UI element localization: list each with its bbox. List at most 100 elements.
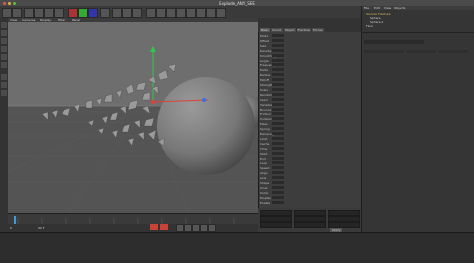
attribute-value-field[interactable] (272, 53, 284, 57)
make-editable-icon[interactable] (1, 22, 7, 28)
edges-mode-icon[interactable] (1, 54, 7, 60)
tag-row-2[interactable] (406, 50, 436, 53)
tab-object[interactable]: Object (283, 28, 296, 32)
attribute-value-field[interactable] (272, 127, 284, 131)
workplane-icon[interactable] (1, 90, 7, 96)
nurbs-icon[interactable] (166, 8, 176, 18)
autokey-button[interactable] (160, 224, 168, 230)
scene-icon[interactable] (196, 8, 206, 18)
move-icon[interactable] (34, 8, 44, 18)
attribute-value-field[interactable] (272, 87, 284, 91)
render-view-icon[interactable] (122, 8, 132, 18)
world-icon[interactable] (100, 8, 110, 18)
attribute-label: Enable (260, 200, 271, 205)
om-menu-edit[interactable]: Edit (374, 6, 380, 10)
cube-icon[interactable] (146, 8, 156, 18)
record-button[interactable] (150, 224, 158, 230)
attribute-value-field[interactable] (272, 68, 284, 72)
render-icon[interactable] (112, 8, 122, 18)
light-icon[interactable] (216, 8, 226, 18)
attribute-value-field[interactable] (272, 171, 284, 175)
texture-mode-icon[interactable] (1, 38, 7, 44)
tab-basic[interactable]: Basic (260, 28, 270, 32)
undo-icon[interactable] (2, 8, 12, 18)
deformer-icon[interactable] (186, 8, 196, 18)
attribute-value-field[interactable] (272, 166, 284, 170)
z-axis-handle[interactable] (202, 98, 206, 102)
attribute-value-field[interactable] (272, 107, 284, 111)
attribute-value-field[interactable] (272, 181, 284, 184)
render-settings-icon[interactable] (132, 8, 142, 18)
y-axis-icon[interactable] (78, 8, 88, 18)
large-sphere[interactable] (157, 77, 255, 175)
attribute-value-field[interactable] (272, 83, 284, 86)
status-bar (0, 232, 474, 263)
material-slot[interactable] (364, 40, 424, 44)
snap-icon[interactable] (1, 82, 7, 88)
om-menu-objects[interactable]: Objects (394, 6, 405, 10)
scale-icon[interactable] (44, 8, 54, 18)
attribute-value-field[interactable] (272, 112, 284, 116)
attribute-value-field[interactable] (272, 156, 284, 160)
spline-icon[interactable] (156, 8, 166, 18)
next-frame-icon[interactable] (200, 224, 208, 232)
array-icon[interactable] (176, 8, 186, 18)
attribute-label: Speed (260, 166, 270, 171)
attribute-value-field[interactable] (272, 38, 284, 42)
attribute-rows: Mode Offset Size Density Smoothing Angle Frequ… (258, 34, 361, 206)
om-menu-view[interactable]: View (384, 6, 391, 10)
attribute-value-field[interactable] (272, 78, 284, 82)
om-menu-file[interactable]: File (364, 6, 369, 10)
tab-forces[interactable]: Forces (311, 28, 324, 32)
model-mode-icon[interactable] (1, 30, 7, 36)
attribute-value-field[interactable] (272, 48, 284, 52)
select-icon[interactable] (24, 8, 34, 18)
attribute-value-field[interactable] (272, 161, 284, 165)
playhead[interactable] (14, 216, 16, 224)
attribute-value-field[interactable] (272, 195, 284, 199)
apply-button[interactable]: Apply (330, 227, 343, 232)
attribute-value-field[interactable] (272, 92, 284, 96)
attribute-value-field[interactable] (272, 97, 284, 101)
x-axis-icon[interactable] (68, 8, 78, 18)
attribute-value-field[interactable] (272, 117, 284, 121)
attribute-value-field[interactable] (272, 63, 284, 67)
attribute-value-field[interactable] (272, 190, 284, 194)
attribute-label: Inner (260, 185, 268, 190)
attribute-value-field[interactable] (272, 122, 284, 126)
attribute-value-field[interactable] (272, 34, 284, 37)
attribute-value-field[interactable] (272, 102, 284, 106)
redo-icon[interactable] (12, 8, 22, 18)
attribute-value-field[interactable] (272, 176, 284, 180)
rotate-icon[interactable] (54, 8, 64, 18)
om-item-floor[interactable]: Floor (366, 24, 373, 28)
attribute-value-field[interactable] (272, 141, 284, 145)
attribute-value-field[interactable] (272, 58, 284, 62)
points-mode-icon[interactable] (1, 46, 7, 52)
playback-bar: 0 90 F (8, 224, 258, 232)
tag-row[interactable] (364, 50, 404, 53)
attribute-value-field[interactable] (272, 151, 284, 155)
attribute-value-field[interactable] (272, 43, 284, 47)
polygons-mode-icon[interactable] (1, 62, 7, 68)
attribute-value-field[interactable] (272, 132, 284, 135)
go-start-icon[interactable] (176, 224, 184, 232)
axis-mode-icon[interactable] (1, 74, 7, 80)
prev-frame-icon[interactable] (184, 224, 192, 232)
attribute-value-field[interactable] (272, 185, 284, 189)
attribute-value-field[interactable] (272, 73, 284, 77)
tag-row-3[interactable] (438, 50, 468, 53)
position-z-field[interactable] (260, 222, 292, 228)
size-z-field[interactable] (294, 222, 326, 228)
z-axis-icon[interactable] (88, 8, 98, 18)
tab-coord[interactable]: Coord. (270, 28, 283, 32)
3d-viewport[interactable] (8, 22, 258, 213)
tab-fracture[interactable]: Fracture (296, 28, 311, 32)
attribute-value-field[interactable] (272, 136, 284, 140)
attribute-value-field[interactable] (272, 200, 284, 204)
camera-icon[interactable] (206, 8, 216, 18)
red-null-object[interactable] (150, 99, 156, 105)
attribute-value-field[interactable] (272, 146, 284, 150)
go-end-icon[interactable] (208, 224, 216, 232)
play-icon[interactable] (192, 224, 200, 232)
